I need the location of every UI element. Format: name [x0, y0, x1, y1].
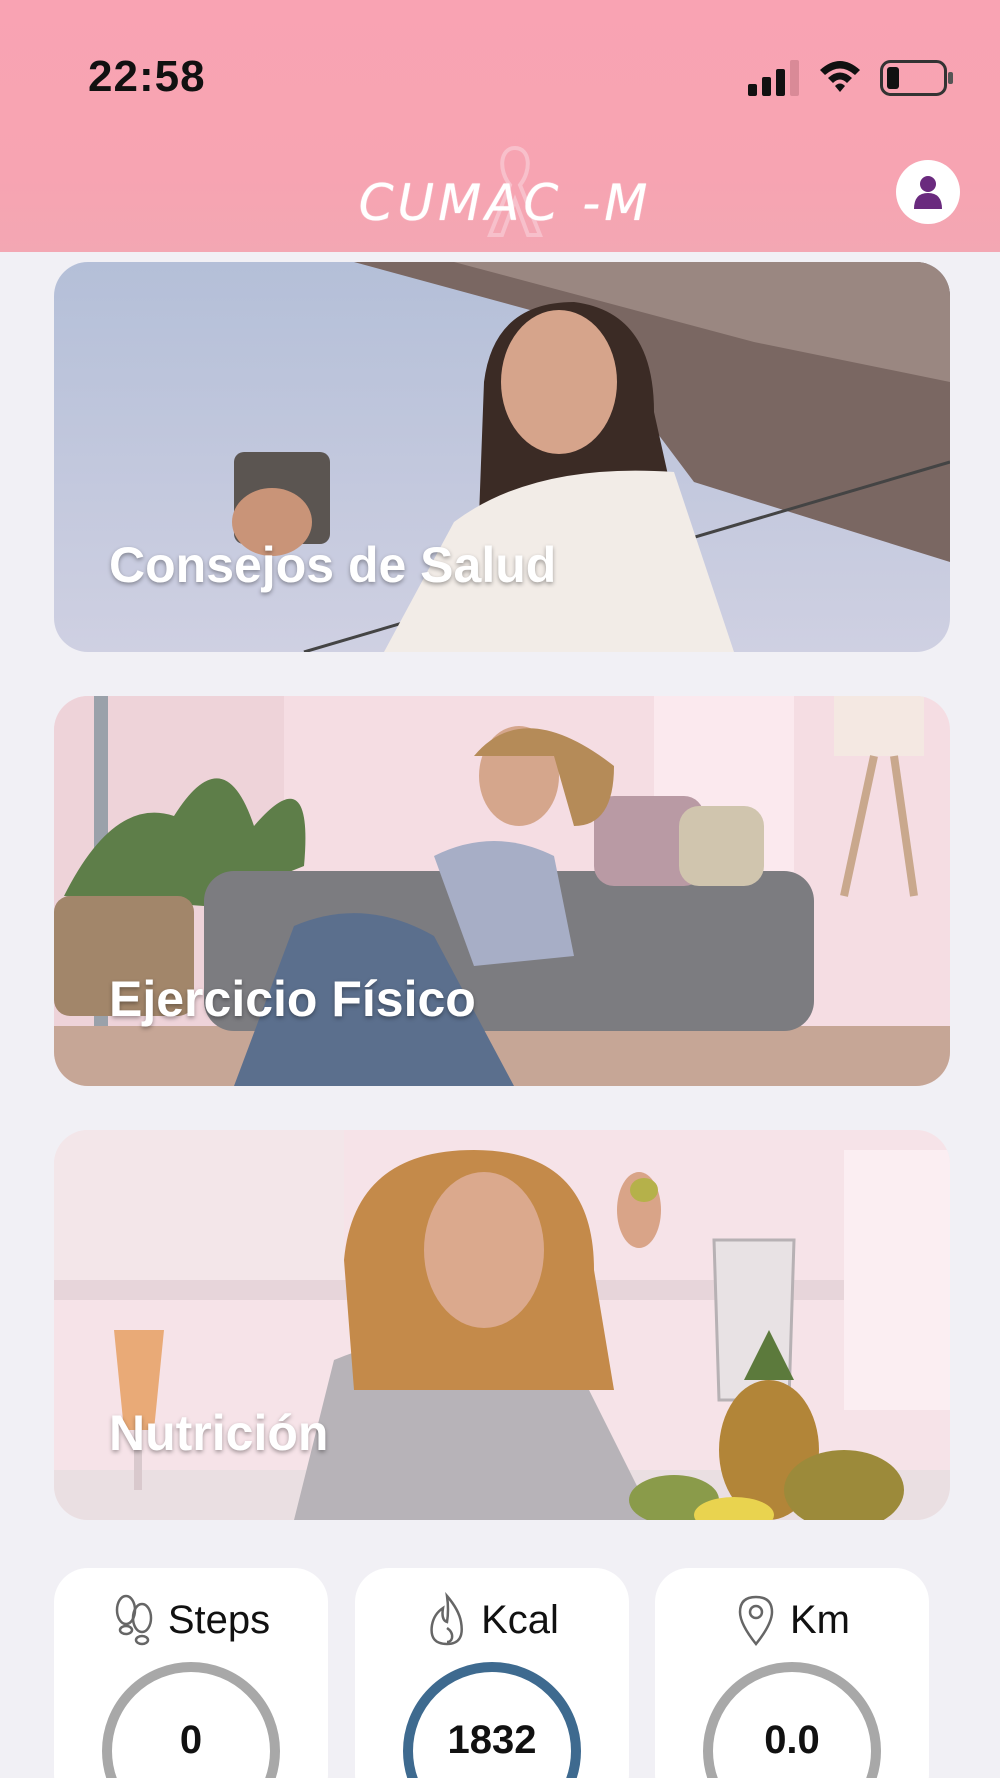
location-pin-icon [738, 1595, 774, 1647]
stat-header: Km [655, 1592, 929, 1648]
card-title: Ejercicio Físico [109, 971, 476, 1027]
app-logo: CUMAC -M [340, 130, 670, 240]
cellular-signal-icon [748, 60, 799, 96]
status-time: 22:58 [88, 52, 206, 101]
card-title: Consejos de Salud [109, 537, 557, 593]
steps-value: 0 [179, 1718, 203, 1762]
footprints-icon [115, 1594, 153, 1646]
battery-icon [880, 60, 953, 96]
stat-header: Steps [54, 1592, 328, 1648]
nutrition-card[interactable]: Nutrición [54, 1130, 950, 1520]
stat-label: Steps [167, 1597, 271, 1642]
logo-text: CUMAC -M [358, 174, 652, 232]
wifi-icon [820, 61, 860, 92]
stat-label: Km [790, 1597, 850, 1642]
health-tips-card[interactable]: Consejos de Salud [54, 262, 950, 652]
app-header: 22:58 CUMAC -M [0, 0, 1000, 252]
kcal-stat-card[interactable]: Kcal 1832 [355, 1568, 629, 1778]
card-title: Nutrición [109, 1405, 329, 1461]
distance-stat-card[interactable]: Km 0.0 [655, 1568, 929, 1778]
distance-value: 0.0 [764, 1718, 820, 1762]
profile-button[interactable] [896, 160, 960, 224]
flame-icon [430, 1592, 463, 1646]
stat-label: Kcal [481, 1597, 559, 1642]
kcal-value: 1832 [447, 1718, 537, 1762]
steps-stat-card[interactable]: Steps 0 [54, 1568, 328, 1778]
stat-header: Kcal [355, 1592, 629, 1648]
exercise-card[interactable]: Ejercicio Físico [54, 696, 950, 1086]
user-icon [914, 176, 942, 209]
